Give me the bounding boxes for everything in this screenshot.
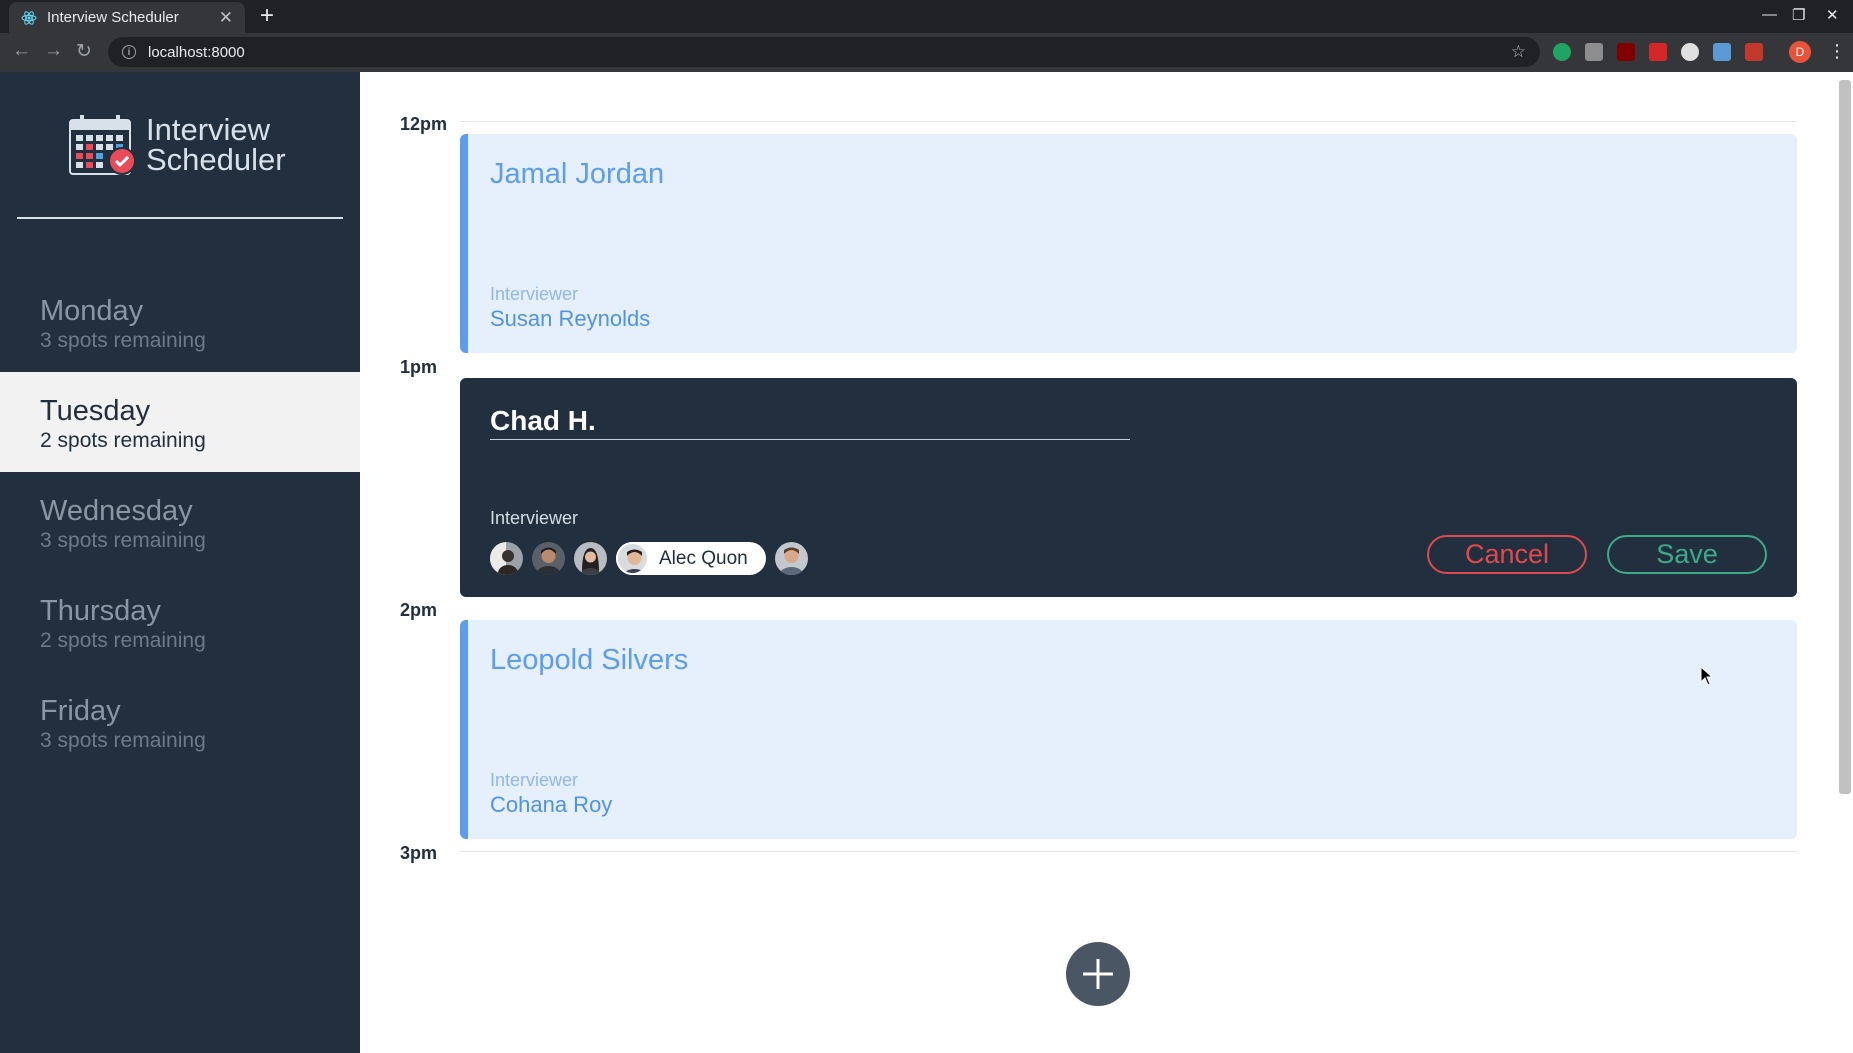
interviewer-avatar[interactable] [490,542,523,575]
day-name: Tuesday [40,395,151,427]
url-text[interactable]: localhost:8000 [148,44,1511,61]
sidebar: Interview Scheduler Monday 3 spots remai… [0,72,360,1053]
back-icon[interactable]: ← [12,40,31,62]
interviewer-avatar[interactable] [774,542,808,575]
day-item-tuesday[interactable]: Tuesday 2 spots remaining [0,372,360,472]
pdf-extension-icon[interactable] [1649,43,1667,61]
student-name: Leopold Silvers [490,644,689,676]
minimize-icon[interactable]: — [1762,6,1777,23]
interviewer-avatar[interactable] [532,542,565,575]
student-name-input[interactable] [490,402,1130,440]
extension-icon[interactable] [1745,43,1763,61]
time-divider [460,121,1797,122]
grammarly-extension-icon[interactable] [1553,43,1571,61]
appointment-form: Interviewer Alec Quon [460,378,1797,597]
time-label-2pm: 2pm [400,600,438,620]
bookmark-star-icon[interactable]: ☆ [1511,42,1526,62]
day-name: Wednesday [40,495,193,527]
interviewer-list: Alec Quon [490,542,817,575]
interviewer-avatar[interactable] [574,542,607,575]
browser-menu-icon[interactable]: ⋮ [1828,41,1846,62]
browser-tab[interactable]: Interview Scheduler ✕ [9,2,245,33]
profile-avatar[interactable]: D [1789,41,1811,63]
browser-toolbar: ← → ↻ i localhost:8000 ☆ D ⋮ [0,33,1853,72]
browser-tab-bar: Interview Scheduler ✕ + — ❐ ✕ [0,0,1853,33]
app-title-line1: Interview [146,112,271,147]
interviewer-selected-pill[interactable]: Alec Quon [616,542,766,575]
interviewer-name-selected: Alec Quon [659,547,748,569]
day-spots: 3 spots remaining [40,529,206,552]
close-tab-icon[interactable]: ✕ [219,8,233,28]
appointment-card[interactable]: Jamal Jordan Interviewer Susan Reynolds [460,134,1797,353]
ublock-extension-icon[interactable] [1617,43,1635,61]
day-item-monday[interactable]: Monday 3 spots remaining [0,272,360,372]
interviewer-name: Susan Reynolds [490,306,651,331]
day-item-friday[interactable]: Friday 3 spots remaining [0,672,360,772]
student-name: Jamal Jordan [490,158,665,190]
mouse-cursor-icon [1700,666,1714,686]
day-name: Monday [40,295,144,327]
cancel-button[interactable]: Cancel [1427,535,1587,574]
day-item-thursday[interactable]: Thursday 2 spots remaining [0,572,360,672]
app-title: Interview Scheduler [146,112,286,177]
day-spots: 2 spots remaining [40,429,206,452]
day-spots: 3 spots remaining [40,329,206,352]
extension-icon[interactable] [1713,43,1731,61]
day-name: Friday [40,695,121,727]
time-label-1pm: 1pm [400,357,438,377]
day-spots: 2 spots remaining [40,629,206,652]
interviewer-label: Interviewer [490,508,579,528]
interviewer-avatar-selected [616,542,649,575]
app-title-line2: Scheduler [146,142,286,177]
save-button[interactable]: Save [1607,535,1767,574]
plus-icon [1083,959,1113,989]
reload-icon[interactable]: ↻ [76,40,92,63]
sidebar-divider [17,217,343,219]
day-item-wednesday[interactable]: Wednesday 3 spots remaining [0,472,360,572]
time-label-3pm: 3pm [400,843,438,863]
info-icon[interactable]: i [122,45,136,59]
react-favicon-icon [21,10,37,25]
interviewer-label: Interviewer [490,284,579,304]
tab-title: Interview Scheduler [47,9,179,26]
day-spots: 3 spots remaining [40,729,206,752]
extension-icon[interactable] [1681,43,1699,61]
calendar-logo-icon [69,115,136,175]
time-divider [460,851,1797,852]
day-name: Thursday [40,595,161,627]
interviewer-name: Cohana Roy [490,792,613,817]
interviewer-label: Interviewer [490,770,579,790]
time-label-12pm: 12pm [400,114,448,134]
restore-icon[interactable]: ❐ [1792,6,1805,24]
add-appointment-button[interactable] [1066,942,1130,1006]
page-scrollbar[interactable] [1839,80,1851,794]
app-root: Interview Scheduler Monday 3 spots remai… [0,72,1853,1053]
appointment-card[interactable]: Leopold Silvers Interviewer Cohana Roy [460,620,1797,839]
forward-icon[interactable]: → [44,40,63,62]
close-window-icon[interactable]: ✕ [1826,6,1839,24]
address-bar[interactable]: i localhost:8000 ☆ [108,37,1540,67]
app-logo: Interview Scheduler [68,114,286,176]
extension-icon[interactable] [1585,43,1603,61]
new-tab-button[interactable]: + [260,4,274,28]
